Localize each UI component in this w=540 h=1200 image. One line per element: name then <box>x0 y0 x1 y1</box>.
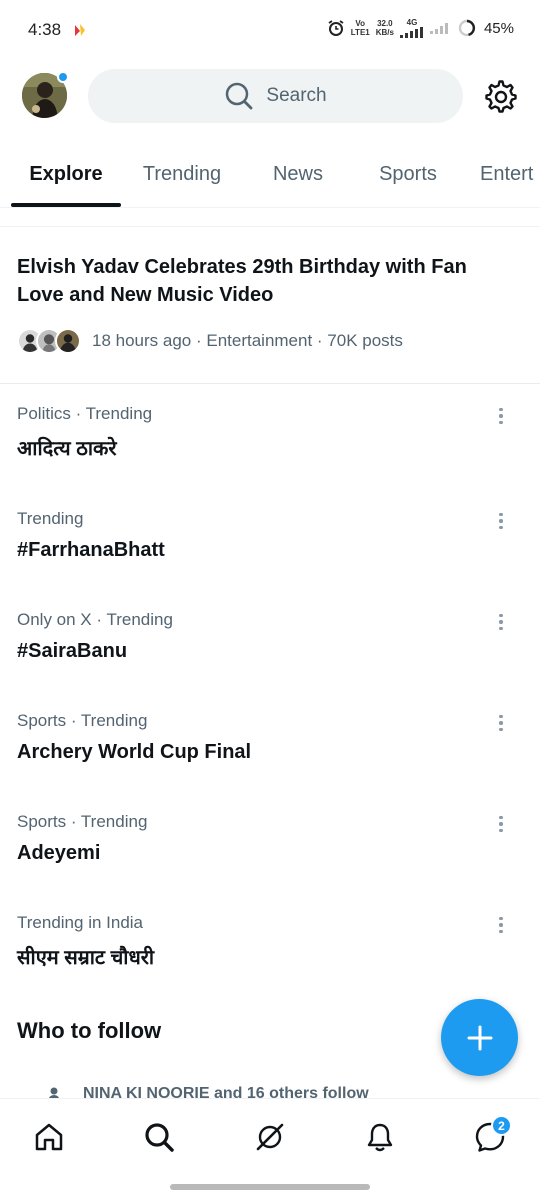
featured-news-title: Elvish Yadav Celebrates 29th Birthday wi… <box>17 256 467 306</box>
grok-icon[interactable] <box>254 1121 286 1153</box>
trend-name: सीएम सम्राट चौधरी <box>17 947 155 969</box>
more-options-icon[interactable] <box>490 711 512 735</box>
explore-tabs: Explore Trending News Sports Entert <box>0 140 540 208</box>
trend-name: Archery World Cup Final <box>17 741 252 763</box>
trend-item[interactable]: Trending #FarrhanaBhatt <box>0 509 540 610</box>
who-to-follow-title: Who to follow <box>17 1018 162 1043</box>
status-time: 4:38 <box>28 20 62 39</box>
status-bar: 4:38 Vo LTE1 32.0 KB/s 4G 45% <box>0 0 540 62</box>
signal-icon-sim2 <box>429 23 448 34</box>
tab-explore[interactable]: Explore <box>11 140 121 207</box>
tab-trending[interactable]: Trending <box>128 140 236 207</box>
home-icon[interactable] <box>33 1121 65 1153</box>
trend-context: Trending in India <box>17 913 144 932</box>
trend-item[interactable]: Politics · Trending आदित्य ठाकरे <box>0 404 540 505</box>
battery-icon <box>458 19 476 37</box>
search-icon[interactable] <box>143 1121 175 1153</box>
more-options-icon[interactable] <box>490 404 512 428</box>
trend-item[interactable]: Sports · Trending Adeyemi <box>0 812 540 913</box>
battery-percent: 45% <box>483 19 514 37</box>
tab-sports[interactable]: Sports <box>362 140 454 207</box>
messages-badge: 2 <box>491 1115 512 1136</box>
tab-news[interactable]: News <box>252 140 344 207</box>
active-tab-indicator <box>11 203 121 207</box>
gesture-home-indicator[interactable] <box>170 1184 370 1190</box>
top-header: Search <box>0 62 540 132</box>
search-icon <box>226 82 253 110</box>
settings-gear-icon[interactable] <box>484 80 518 114</box>
more-options-icon[interactable] <box>490 913 512 937</box>
trend-context: Only on X · Trending <box>17 610 173 629</box>
plus-icon <box>467 1025 492 1050</box>
search-bar[interactable]: Search <box>88 69 463 123</box>
signal-icon <box>399 27 423 38</box>
featured-avatars <box>17 328 83 356</box>
trend-name: Adeyemi <box>17 842 101 864</box>
trend-context: Trending <box>17 509 84 528</box>
trend-context: Sports · Trending <box>17 711 148 730</box>
trend-name: आदित्य ठाकरे <box>17 438 117 460</box>
app-notification-icon <box>75 24 85 36</box>
more-options-icon[interactable] <box>490 812 512 836</box>
tab-entertainment[interactable]: Entert <box>472 140 540 207</box>
more-options-icon[interactable] <box>490 610 512 634</box>
trend-item[interactable]: Trending in India सीएम सम्राट चौधरी <box>0 913 540 1014</box>
network-speed: 32.0 KB/s <box>375 19 394 37</box>
mini-avatar-3 <box>55 328 81 354</box>
trend-context: Sports · Trending <box>17 812 148 831</box>
alarm-icon <box>328 20 344 36</box>
more-options-icon[interactable] <box>490 509 512 533</box>
compose-post-button[interactable] <box>441 999 518 1076</box>
featured-news-meta: 18 hours ago · Entertainment · 70K posts <box>92 331 403 350</box>
volte-indicator: Vo LTE1 <box>350 19 370 37</box>
notifications-icon[interactable] <box>364 1121 396 1153</box>
profile-notification-dot <box>57 71 69 83</box>
trend-name: #FarrhanaBhatt <box>17 539 165 561</box>
trend-context: Politics · Trending <box>17 404 153 423</box>
trend-item[interactable]: Only on X · Trending #SairaBanu <box>0 610 540 711</box>
featured-news-card[interactable]: Elvish Yadav Celebrates 29th Birthday wi… <box>0 226 540 384</box>
search-placeholder: Search <box>266 85 327 106</box>
trend-item[interactable]: Sports · Trending Archery World Cup Fina… <box>0 711 540 812</box>
signal-strength-1: 4G <box>399 18 424 38</box>
trend-name: #SairaBanu <box>17 640 128 662</box>
status-indicators: Vo LTE1 32.0 KB/s 4G 45% <box>327 18 514 38</box>
